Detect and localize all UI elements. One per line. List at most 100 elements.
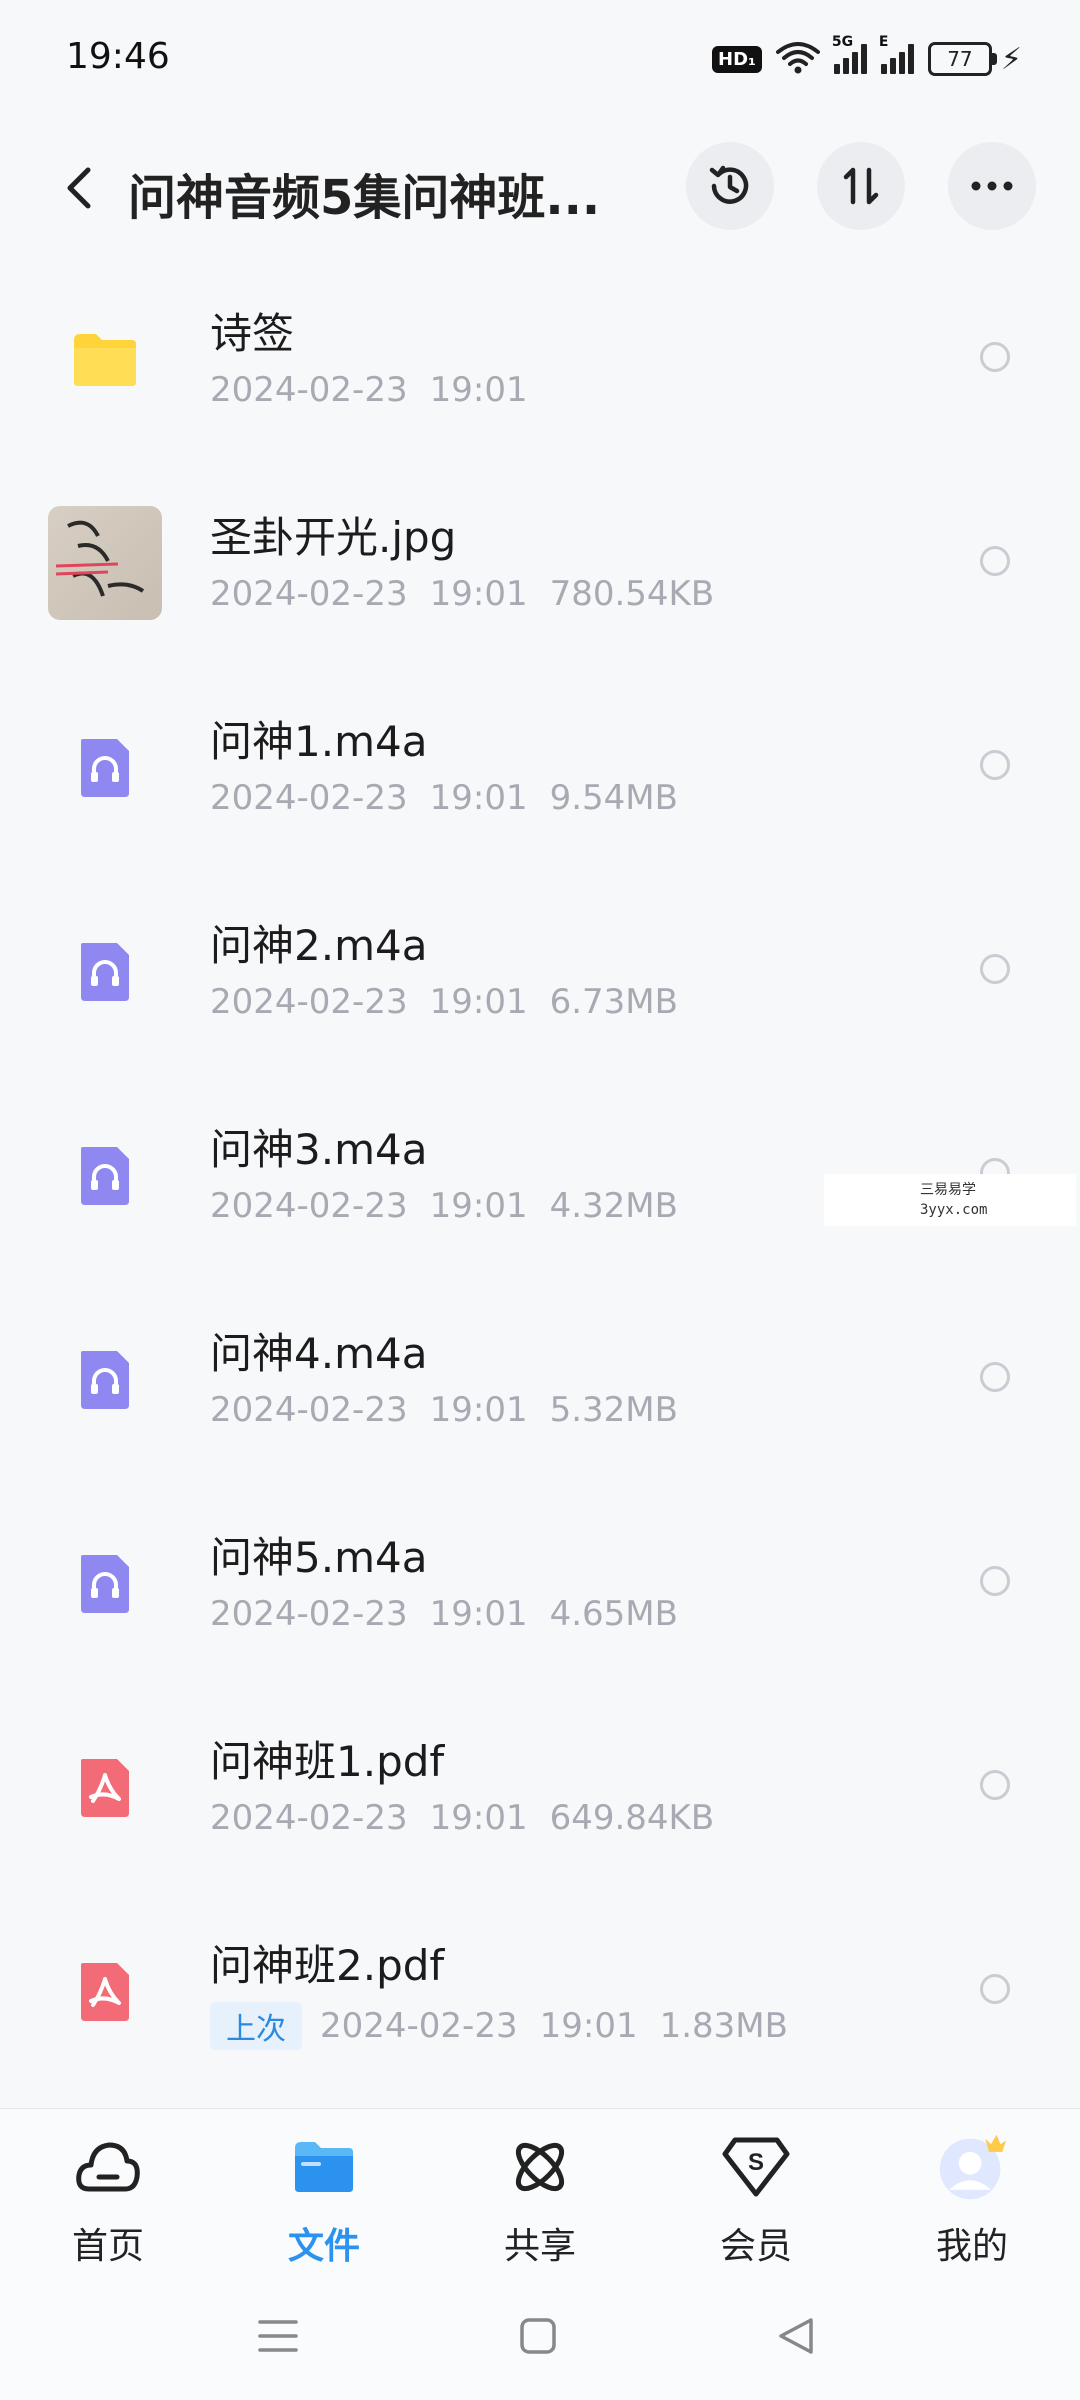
nav-vip[interactable]: S 会员 <box>676 2131 836 2269</box>
file-size: 6.73MB <box>549 982 678 1022</box>
select-radio[interactable] <box>980 342 1010 372</box>
file-date: 2024-02-23 <box>210 1798 408 1838</box>
select-radio[interactable] <box>980 1566 1010 1596</box>
recent-apps-button[interactable] <box>248 2306 308 2366</box>
file-row-pdf[interactable]: 问神班1.pdf 2024-02-23 19:01 649.84KB <box>0 1688 1080 1892</box>
file-date: 2024-02-23 <box>210 574 408 614</box>
file-meta: 上次 2024-02-23 19:01 1.83MB <box>210 2002 788 2050</box>
signal-e-icon: E <box>879 34 914 74</box>
file-row-audio[interactable]: 问神1.m4a 2024-02-23 19:01 9.54MB <box>0 668 1080 872</box>
file-meta: 2024-02-23 19:01 <box>210 370 528 410</box>
battery-icon: 77 ⚡ <box>927 41 1022 77</box>
file-time: 19:01 <box>429 1186 528 1226</box>
file-time: 19:01 <box>429 370 528 410</box>
svg-text:S: S <box>748 2149 764 2176</box>
nav-label: 文件 <box>287 2226 360 2267</box>
back-button[interactable] <box>48 156 112 220</box>
file-meta: 2024-02-23 19:01 9.54MB <box>210 778 678 818</box>
nav-share[interactable]: 共享 <box>460 2131 620 2269</box>
signal-5g-icon: 5G <box>832 34 867 74</box>
triangle-back-icon <box>779 2318 813 2354</box>
back-icon <box>67 167 91 209</box>
select-radio[interactable] <box>980 954 1010 984</box>
file-name: 问神1.m4a <box>210 717 428 766</box>
nav-files[interactable]: 文件 <box>244 2131 404 2269</box>
folder-icon <box>48 302 162 416</box>
file-size: 4.65MB <box>549 1594 678 1634</box>
avatar-icon <box>936 2131 1008 2203</box>
square-home-icon <box>520 2318 556 2354</box>
file-size: 1.83MB <box>659 2006 788 2046</box>
file-row-audio[interactable]: 问神5.m4a 2024-02-23 19:01 4.65MB <box>0 1484 1080 1688</box>
watermark-line2: 3yyx.com <box>920 1202 988 1218</box>
history-button[interactable] <box>686 142 774 230</box>
file-date: 2024-02-23 <box>210 1594 408 1634</box>
file-name: 问神班2.pdf <box>210 1941 445 1990</box>
file-row-audio[interactable]: 问神4.m4a 2024-02-23 19:01 5.32MB <box>0 1280 1080 1484</box>
audio-file-icon <box>48 1322 162 1436</box>
last-opened-badge: 上次 <box>210 2002 302 2050</box>
file-time: 19:01 <box>429 1798 528 1838</box>
more-button[interactable] <box>948 142 1036 230</box>
file-row-folder[interactable]: 诗签 2024-02-23 19:01 <box>0 260 1080 464</box>
select-radio[interactable] <box>980 750 1010 780</box>
wifi-icon <box>775 40 820 78</box>
file-time: 19:01 <box>429 574 528 614</box>
nav-label: 共享 <box>503 2226 576 2267</box>
file-size: 9.54MB <box>549 778 678 818</box>
nav-label: 首页 <box>71 2226 144 2267</box>
file-date: 2024-02-23 <box>210 982 408 1022</box>
file-time: 19:01 <box>429 778 528 818</box>
charging-icon: ⚡ <box>1000 41 1022 77</box>
pdf-file-icon <box>48 1934 162 2048</box>
file-date: 2024-02-23 <box>210 778 408 818</box>
select-radio[interactable] <box>980 1974 1010 2004</box>
status-time: 19:46 <box>66 36 170 77</box>
system-nav-bar <box>0 2278 1080 2400</box>
file-row-image[interactable]: 圣卦开光.jpg 2024-02-23 19:01 780.54KB <box>0 464 1080 668</box>
file-name: 圣卦开光.jpg <box>210 513 457 562</box>
cloud-home-icon <box>72 2131 144 2203</box>
file-name: 问神4.m4a <box>210 1329 428 1378</box>
file-name: 诗签 <box>210 309 295 358</box>
home-button[interactable] <box>508 2306 568 2366</box>
file-meta: 2024-02-23 19:01 5.32MB <box>210 1390 678 1430</box>
audio-file-icon <box>48 710 162 824</box>
file-size: 649.84KB <box>549 1798 715 1838</box>
status-bar: 19:46 HD₁ 5G E 77 ⚡ <box>0 0 1080 120</box>
file-date: 2024-02-23 <box>210 1390 408 1430</box>
system-back-button[interactable] <box>766 2306 826 2366</box>
select-radio[interactable] <box>980 546 1010 576</box>
sort-button[interactable] <box>817 142 905 230</box>
share-atom-icon <box>504 2131 576 2203</box>
audio-file-icon <box>48 1526 162 1640</box>
hd-voice-badge: HD₁ <box>712 45 762 73</box>
file-row-audio[interactable]: 问神2.m4a 2024-02-23 19:01 6.73MB <box>0 872 1080 1076</box>
network-5g-label: 5G <box>831 34 854 50</box>
file-time: 19:01 <box>429 1594 528 1634</box>
file-name: 问神3.m4a <box>210 1125 428 1174</box>
sort-icon <box>843 167 879 205</box>
file-time: 19:01 <box>429 982 528 1022</box>
nav-home[interactable]: 首页 <box>28 2131 188 2269</box>
file-row-pdf[interactable]: 问神班2.pdf 上次 2024-02-23 19:01 1.83MB <box>0 1892 1080 2096</box>
bottom-nav: 首页 文件 共享 S 会员 我的 <box>0 2108 1080 2279</box>
more-icon <box>971 181 1013 191</box>
file-time: 19:01 <box>539 2006 638 2046</box>
battery-level: 77 <box>927 42 992 76</box>
file-date: 2024-02-23 <box>320 2006 518 2046</box>
file-size: 4.32MB <box>549 1186 678 1226</box>
file-size: 5.32MB <box>549 1390 678 1430</box>
pdf-file-icon <box>48 1730 162 1844</box>
status-icons: HD₁ 5G E 77 ⚡ <box>712 34 1022 78</box>
watermark: 三易易学 3yyx.com <box>824 1174 1076 1226</box>
watermark-line1: 三易易学 <box>920 1182 976 1198</box>
select-radio[interactable] <box>980 1770 1010 1800</box>
file-date: 2024-02-23 <box>210 1186 408 1226</box>
file-meta: 2024-02-23 19:01 4.32MB <box>210 1186 678 1226</box>
audio-file-icon <box>48 914 162 1028</box>
file-time: 19:01 <box>429 1390 528 1430</box>
header-bar: 问神音频5集问神班... <box>0 130 1080 250</box>
select-radio[interactable] <box>980 1362 1010 1392</box>
nav-me[interactable]: 我的 <box>892 2131 1052 2269</box>
